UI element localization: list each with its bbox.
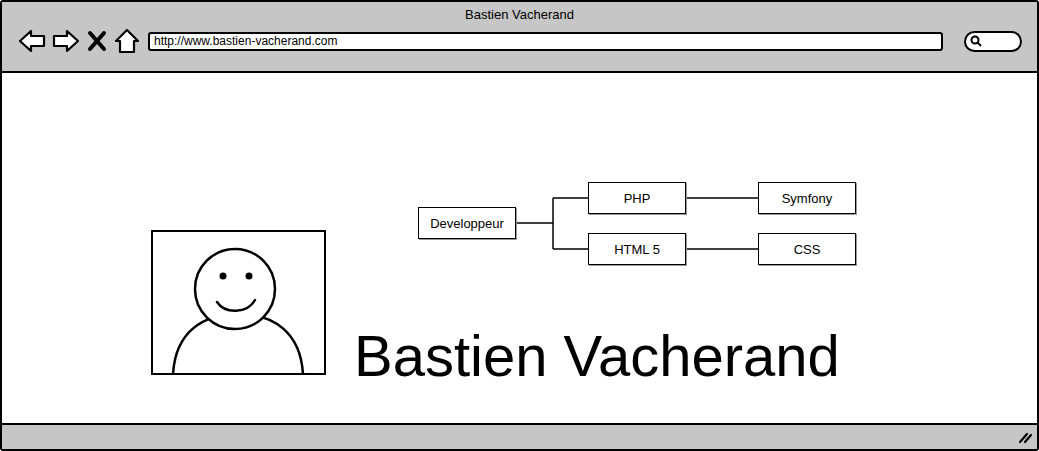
avatar-placeholder <box>151 230 326 375</box>
home-icon[interactable] <box>114 28 140 54</box>
root-node-label: Developpeur <box>430 216 504 231</box>
window-title: Bastien Vacherand <box>465 8 574 21</box>
framework-node-label: Symfony <box>782 191 833 206</box>
skill-node: PHP <box>588 182 686 214</box>
address-bar[interactable]: http://www.bastien-vacherand.com <box>148 32 943 51</box>
root-node: Developpeur <box>418 207 516 239</box>
skill-node-label: PHP <box>624 191 651 206</box>
skill-node-label: HTML 5 <box>614 242 660 257</box>
framework-node-label: CSS <box>794 242 821 257</box>
browser-window: Bastien Vacherand http://www.bastien-vac… <box>0 0 1039 451</box>
framework-node: CSS <box>758 233 856 265</box>
resize-grip-icon[interactable] <box>1017 430 1033 444</box>
person-icon <box>153 232 324 373</box>
skills-diagram: Developpeur PHP Symfony HTML 5 CSS <box>418 182 862 268</box>
page-content: Bastien Vacherand Developpeur PHP Symfony H… <box>2 73 1037 423</box>
profile-name: Bastien Vacherand <box>354 323 840 388</box>
back-icon[interactable] <box>18 29 46 53</box>
stop-icon[interactable] <box>86 29 108 53</box>
skill-node: HTML 5 <box>588 233 686 265</box>
search-field[interactable] <box>964 31 1022 52</box>
status-bar <box>2 423 1037 449</box>
forward-icon[interactable] <box>52 29 80 53</box>
address-url: http://www.bastien-vacherand.com <box>154 34 337 48</box>
search-icon <box>970 35 982 47</box>
browser-toolbar: Bastien Vacherand http://www.bastien-vac… <box>2 2 1037 73</box>
framework-node: Symfony <box>758 182 856 214</box>
